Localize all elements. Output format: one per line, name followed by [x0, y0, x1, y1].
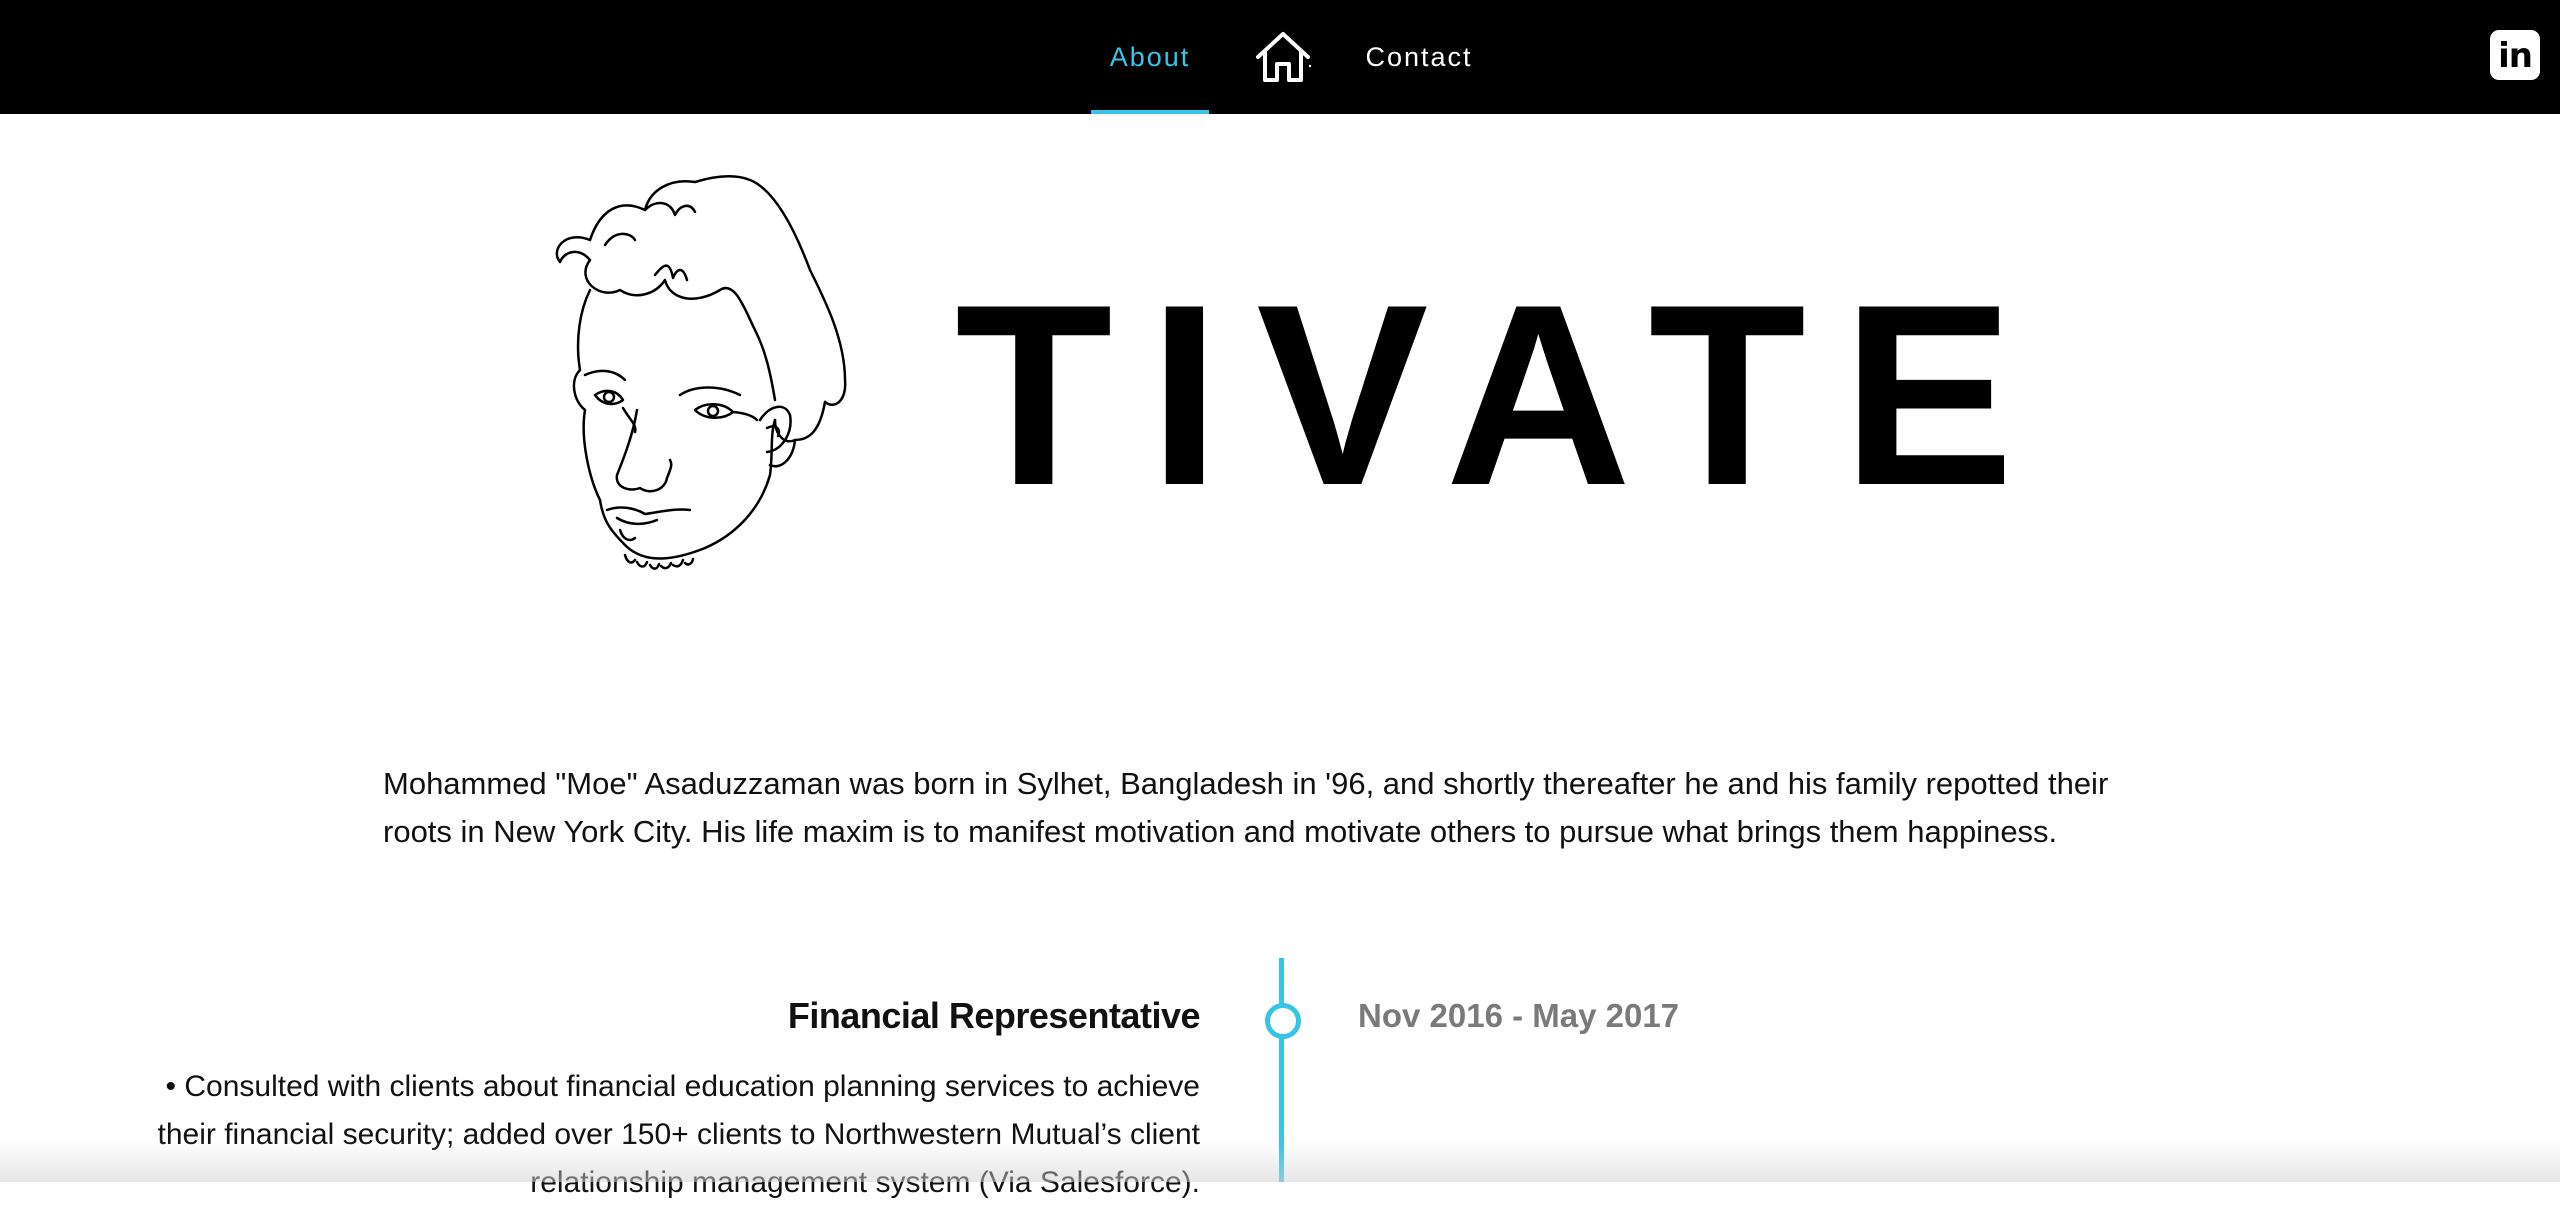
bio-paragraph: Mohammed "Moe" Asaduzzaman was born in S… — [383, 766, 2109, 849]
nav-home-link[interactable] — [1250, 0, 1316, 114]
linkedin-icon[interactable]: in — [2490, 30, 2540, 80]
active-tab-underline — [1091, 110, 1209, 114]
nav-about-label: About — [1109, 41, 1191, 72]
nav-contact-label: Contact — [1365, 41, 1473, 72]
job-description: • Consulted with clients about financial… — [157, 1070, 1201, 1199]
timeline-marker — [1265, 1003, 1301, 1039]
nav-contact-link[interactable]: Contact — [1360, 0, 1478, 114]
nav-about-link[interactable]: About — [1091, 0, 1209, 114]
top-navigation-bar: About Contact in — [0, 0, 2560, 114]
hero-title: TIVATE — [955, 250, 2051, 539]
home-icon — [1256, 32, 1312, 82]
job-date-range: Nov 2016 - May 2017 — [1358, 997, 1680, 1034]
linkedin-glyph: in — [2498, 36, 2533, 76]
job-title: Financial Representative — [787, 995, 1201, 1036]
portrait-line-drawing — [555, 175, 847, 570]
timeline-line — [1279, 958, 1284, 1182]
